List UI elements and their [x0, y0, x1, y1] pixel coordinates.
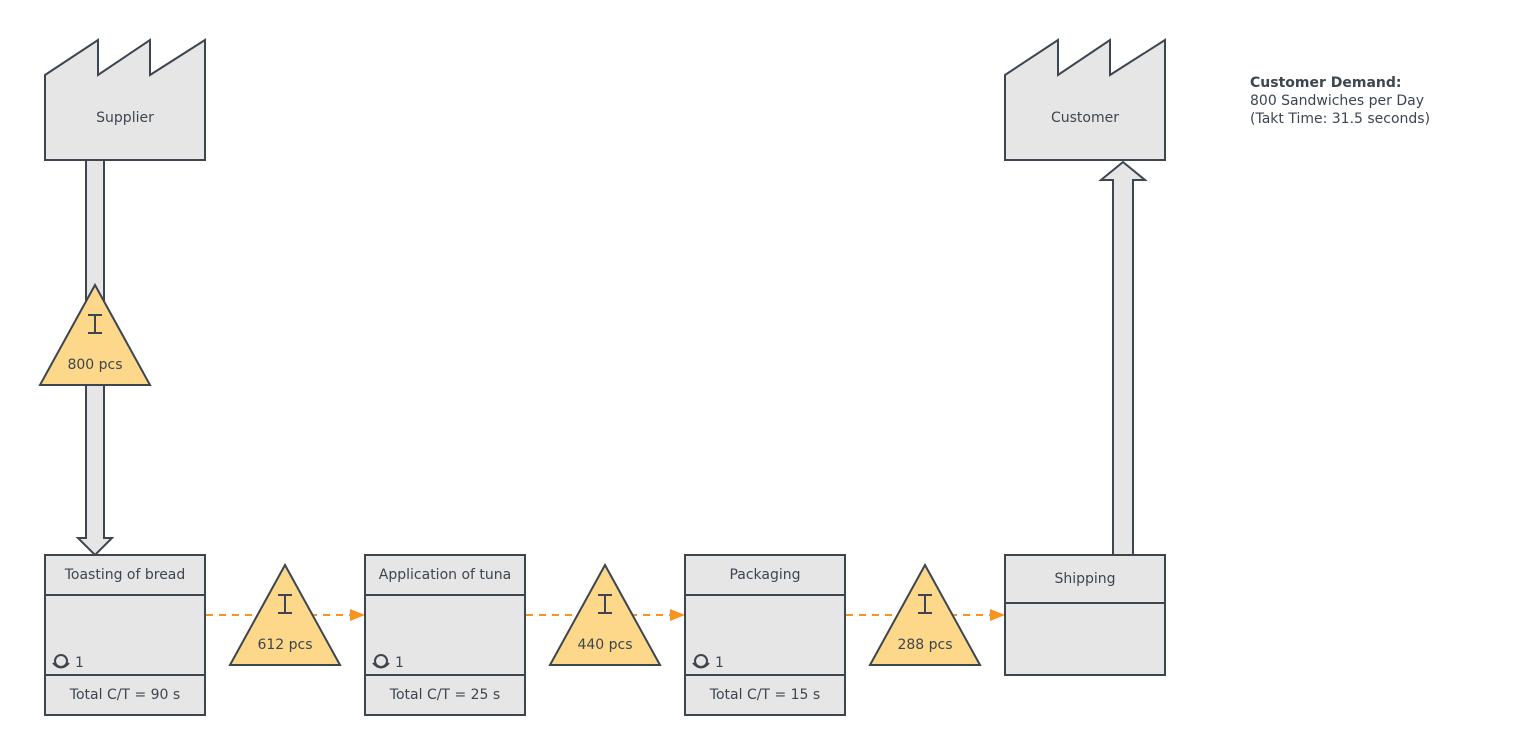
process-box-packaging[interactable]: Packaging 1 Total C/T = 15 s	[684, 554, 846, 716]
inventory-supplier: 800 pcs	[38, 282, 152, 386]
factory-icon	[44, 38, 206, 161]
cycle-time: Total C/T = 90 s	[69, 687, 180, 703]
customer-factory[interactable]: Customer	[1004, 38, 1166, 161]
customer-demand-takt: (Takt Time: 31.5 seconds)	[1250, 111, 1430, 127]
process-box-tuna[interactable]: Application of tuna 1 Total C/T = 25 s	[364, 554, 526, 716]
supplier-label: Supplier	[96, 110, 154, 126]
process-name: Toasting of bread	[64, 567, 186, 583]
shipment-arrow-up	[1098, 160, 1148, 556]
operator-count: 1	[715, 655, 724, 671]
inventory-label: 612 pcs	[257, 637, 312, 653]
supplier-factory[interactable]: Supplier	[44, 38, 206, 161]
cycle-time: Total C/T = 15 s	[709, 687, 820, 703]
process-box-toasting[interactable]: Toasting of bread 1 Total C/T = 90 s	[44, 554, 206, 716]
process-name: Packaging	[729, 567, 800, 583]
operator-count: 1	[75, 655, 84, 671]
inventory-label: 288 pcs	[897, 637, 952, 653]
value-stream-map: Supplier 800 pcs Customer Customer Deman…	[38, 38, 1430, 716]
customer-label: Customer	[1051, 110, 1119, 126]
process-box-shipping[interactable]: Shipping	[1004, 554, 1166, 676]
customer-demand: Customer Demand: 800 Sandwiches per Day …	[1250, 75, 1430, 127]
inventory-label: 440 pcs	[577, 637, 632, 653]
cycle-time: Total C/T = 25 s	[389, 687, 500, 703]
inventory-label: 800 pcs	[67, 357, 122, 373]
operator-count: 1	[395, 655, 404, 671]
process-name: Application of tuna	[379, 567, 511, 583]
factory-icon	[1004, 38, 1166, 161]
customer-demand-quantity: 800 Sandwiches per Day	[1250, 93, 1424, 109]
customer-demand-title: Customer Demand:	[1250, 75, 1401, 91]
process-name: Shipping	[1054, 571, 1115, 587]
